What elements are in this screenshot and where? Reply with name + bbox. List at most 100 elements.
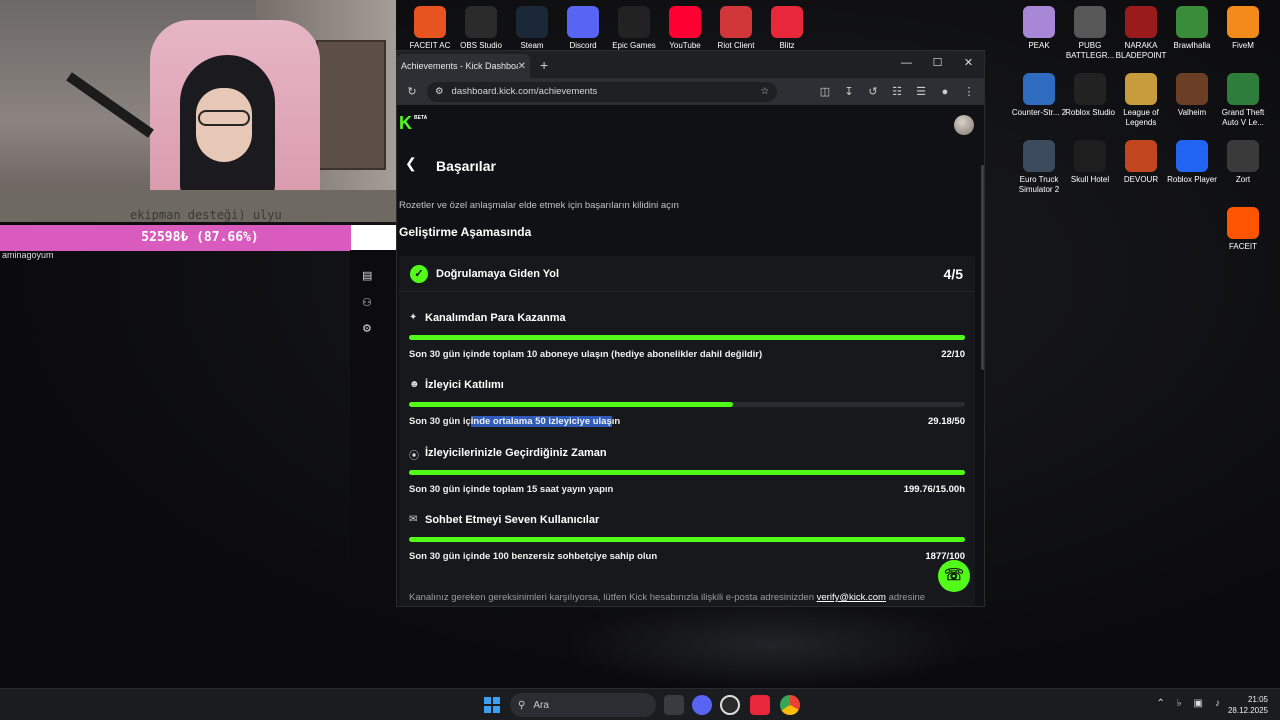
desktop-shortcut[interactable]: Counter-Str... 2 <box>1011 73 1067 118</box>
desktop-shortcut[interactable]: Roblox Studio <box>1062 73 1118 118</box>
browser-window: Achievements - Kick Dashboard ✕ + — ☐ ✕ … <box>396 50 985 607</box>
tray-chevron-icon[interactable]: ⌃ <box>1156 698 1164 709</box>
shortcut-label: PUBG BATTLEGR... <box>1065 41 1115 60</box>
mic-icon[interactable]: ♭ <box>1177 698 1182 709</box>
kick-dashboard-page: K BETA ❮ Başarılar Rozetler ve özel anla… <box>397 105 984 606</box>
tab-close-icon[interactable]: ✕ <box>518 61 526 72</box>
desktop-shortcut[interactable]: FACEIT AC <box>402 6 458 51</box>
achievement-value: 22/10 <box>941 349 965 360</box>
achievement-progress-track <box>409 335 965 340</box>
discord-icon <box>567 6 599 38</box>
search-placeholder: Ara <box>533 699 549 711</box>
shortcut-label: League of Legends <box>1123 108 1159 127</box>
desktop-shortcut[interactable]: FACEIT <box>1215 207 1271 252</box>
alert-username: aminagoyum <box>2 250 54 260</box>
fivem-icon <box>1227 6 1259 38</box>
desktop-shortcut[interactable]: Brawlhalla <box>1164 6 1220 51</box>
desktop-shortcut[interactable]: League of Legends <box>1113 73 1169 128</box>
address-bar[interactable]: ⚙ dashboard.kick.com/achievements ☆ <box>427 81 777 102</box>
valheim-icon <box>1176 73 1208 105</box>
community-icon[interactable]: ⚇ <box>362 296 372 309</box>
close-window-icon[interactable]: ✕ <box>953 51 984 75</box>
desktop-shortcut[interactable]: Zort <box>1215 140 1271 185</box>
taskbar-search[interactable]: ⚲ Ara <box>510 693 656 717</box>
kick-logo[interactable]: K <box>399 113 412 134</box>
blitz-taskbar-icon[interactable] <box>750 695 770 715</box>
windows-start-icon[interactable] <box>484 697 500 713</box>
shortcut-label: NARAKA BLADEPOINT <box>1115 41 1167 60</box>
roblox-icon <box>1176 140 1208 172</box>
network-icon[interactable]: ▣ <box>1194 698 1203 709</box>
achievement-value: 199.76/15.00h <box>903 484 965 495</box>
volume-icon[interactable]: ♪ <box>1215 698 1220 709</box>
url-text: dashboard.kick.com/achievements <box>451 86 598 97</box>
scrollbar-thumb[interactable] <box>981 165 984 370</box>
desktop-shortcut[interactable]: NARAKA BLADEPOINT <box>1113 6 1169 61</box>
help-chat-button[interactable]: ☏ <box>938 560 970 592</box>
verify-email-link[interactable]: verify@kick.com <box>817 592 886 603</box>
site-info-icon[interactable]: ⚙ <box>435 86 444 97</box>
desktop-shortcut[interactable]: Grand Theft Auto V Le... <box>1215 73 1271 128</box>
desktop-shortcut[interactable]: DEVOUR <box>1113 140 1169 185</box>
tab-achievements[interactable]: Achievements - Kick Dashboard ✕ <box>397 54 530 78</box>
desktop-shortcut[interactable]: PEAK <box>1011 6 1067 51</box>
desktop-shortcut[interactable]: Steam <box>504 6 560 51</box>
menu-kebab-icon[interactable]: ⋮ <box>962 85 976 98</box>
reload-icon[interactable]: ↻ <box>405 85 419 98</box>
cs2-icon <box>1023 73 1055 105</box>
kick-sidebar <box>350 250 396 607</box>
profile-icon[interactable]: ● <box>938 86 952 98</box>
desktop-shortcut[interactable]: YouTube <box>657 6 713 51</box>
peak-icon <box>1023 6 1055 38</box>
desktop-shortcut[interactable]: PUBG BATTLEGR... <box>1062 6 1118 61</box>
tab-title: Achievements - Kick Dashboard <box>401 61 518 71</box>
desktop-shortcut[interactable]: FiveM <box>1215 6 1271 51</box>
achievement-description: Son 30 gün içinde toplam 15 saat yayın y… <box>409 484 614 495</box>
page-title: Başarılar <box>436 158 496 174</box>
creator-icon[interactable]: ▤ <box>362 269 372 282</box>
clock-date: 28.12.2025 <box>1227 706 1268 715</box>
toolbar-actions: ◫ ↧ ↺ ☷ ☰ ● ⋮ <box>818 78 976 105</box>
desktop-shortcut[interactable]: Euro Truck Simulator 2 <box>1011 140 1067 195</box>
desktop-shortcut[interactable]: Epic Games <box>606 6 662 51</box>
desktop-shortcut[interactable]: Blitz <box>759 6 815 51</box>
obs-taskbar-icon[interactable] <box>720 695 740 715</box>
user-avatar[interactable] <box>954 115 974 135</box>
minimize-icon[interactable]: — <box>891 51 922 75</box>
taskbar-clock[interactable]: 21:05 28.12.2025 <box>1228 694 1268 716</box>
discord-taskbar-icon[interactable] <box>692 695 712 715</box>
gta-icon <box>1227 73 1259 105</box>
desktop-shortcut[interactable]: Valheim <box>1164 73 1220 118</box>
settings-gear-icon[interactable]: ⚙ <box>362 322 372 335</box>
verified-check-icon: ✓ <box>410 265 428 283</box>
achievement-progress-fill <box>409 335 965 340</box>
desktop-shortcut[interactable]: OBS Studio <box>453 6 509 51</box>
desc-text-selection: inde ortalama 50 izleyiciye ulaş <box>470 416 612 427</box>
download-icon[interactable]: ↧ <box>842 85 856 98</box>
desktop-shortcut[interactable]: Riot Client <box>708 6 764 51</box>
chrome-taskbar-icon[interactable] <box>780 695 800 715</box>
shortcut-label: Grand Theft Auto V Le... <box>1221 108 1265 127</box>
achievement-progress-fill <box>409 402 734 407</box>
webcam-overlay: ekipman desteği) ulyu <box>0 0 396 222</box>
desktop-shortcut[interactable]: Skull Hotel <box>1062 140 1118 185</box>
section-title: Geliştirme Aşamasında <box>399 225 532 239</box>
new-tab-icon[interactable]: + <box>540 57 548 73</box>
lol-icon <box>1125 73 1157 105</box>
beta-label: BETA <box>414 115 428 121</box>
maximize-icon[interactable]: ☐ <box>922 51 953 75</box>
back-arrow-icon[interactable]: ❮ <box>405 155 417 172</box>
search-icon: ⚲ <box>518 699 526 711</box>
shortcut-label: Euro Truck Simulator 2 <box>1018 175 1060 194</box>
desktop-shortcut[interactable]: Discord <box>555 6 611 51</box>
file-explorer-icon[interactable] <box>664 695 684 715</box>
card-header[interactable]: ✓ Doğrulamaya Giden Yol 4/5 <box>399 256 975 292</box>
desktop-shortcut[interactable]: Roblox Player <box>1164 140 1220 185</box>
translate-icon[interactable]: ☷ <box>890 85 904 98</box>
achievement-progress-track <box>409 537 965 542</box>
achievement-title: Kanalımdan Para Kazanma <box>425 312 566 324</box>
media-icon[interactable]: ☰ <box>914 85 928 98</box>
extensions-icon[interactable]: ◫ <box>818 85 832 98</box>
history-icon[interactable]: ↺ <box>866 85 880 98</box>
bookmark-star-icon[interactable]: ☆ <box>760 86 769 97</box>
